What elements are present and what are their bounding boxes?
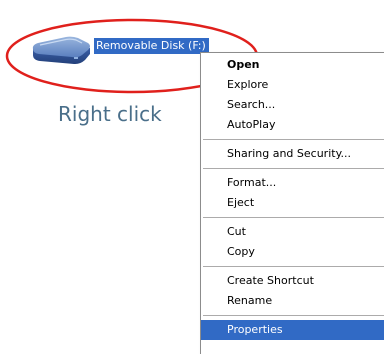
menu-separator [203, 217, 384, 218]
menu-item-properties[interactable]: Properties [201, 320, 384, 340]
menu-separator [203, 315, 384, 316]
menu-item-sharing-security[interactable]: Sharing and Security... [201, 144, 384, 164]
removable-disk-icon [32, 36, 90, 65]
menu-item-copy[interactable]: Copy [201, 242, 384, 262]
context-menu: Open Explore Search... AutoPlay Sharing … [200, 52, 384, 354]
screenshot-canvas: Removable Disk (F:) Right click Open Exp… [0, 0, 384, 354]
menu-separator [203, 266, 384, 267]
menu-separator [203, 139, 384, 140]
menu-separator [203, 168, 384, 169]
menu-item-search[interactable]: Search... [201, 95, 384, 115]
menu-item-create-shortcut[interactable]: Create Shortcut [201, 271, 384, 291]
menu-item-format[interactable]: Format... [201, 173, 384, 193]
removable-disk-label[interactable]: Removable Disk (F:) [94, 38, 209, 54]
right-click-caption: Right click [58, 102, 162, 126]
menu-item-eject[interactable]: Eject [201, 193, 384, 213]
menu-item-explore[interactable]: Explore [201, 75, 384, 95]
menu-item-autoplay[interactable]: AutoPlay [201, 115, 384, 135]
menu-item-cut[interactable]: Cut [201, 222, 384, 242]
menu-item-open[interactable]: Open [201, 55, 384, 75]
removable-disk-item[interactable]: Removable Disk (F:) [30, 30, 209, 70]
menu-item-rename[interactable]: Rename [201, 291, 384, 311]
